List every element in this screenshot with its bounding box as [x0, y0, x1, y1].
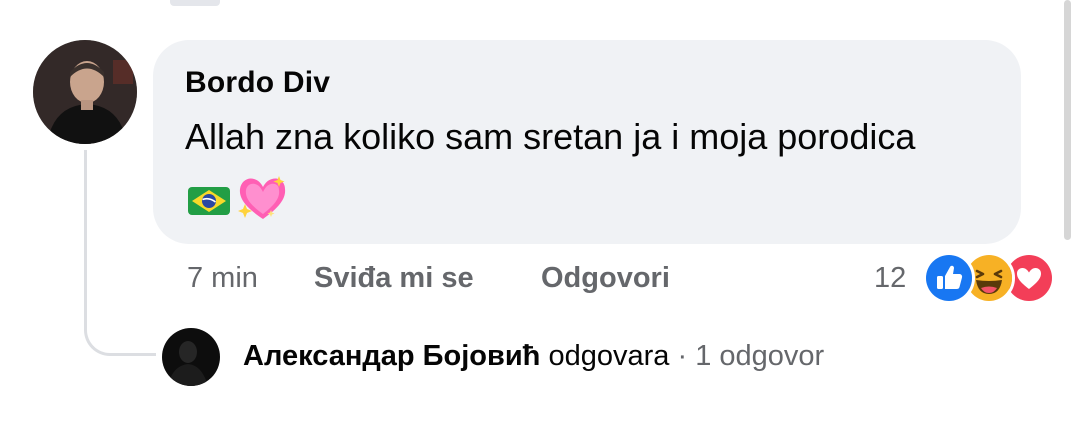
scrollbar[interactable] [1064, 0, 1071, 240]
comment-text: Allah zna koliko sam sretan ja i moja po… [185, 116, 916, 157]
sparkling-heart-icon [238, 176, 286, 219]
brazil-flag-icon [188, 187, 230, 215]
previous-comment-fragment [170, 0, 220, 6]
reply-count: 1 odgovor [695, 340, 825, 372]
comment-timestamp[interactable]: 7 min [187, 258, 258, 298]
commenter-avatar[interactable] [33, 40, 137, 144]
comment-bubble: Bordo Div Allah zna koliko sam sretan ja… [153, 40, 1021, 244]
profile-photo-icon [162, 328, 220, 386]
reaction-count[interactable]: 12 [874, 258, 906, 298]
comment-author-name[interactable]: Bordo Div [185, 66, 330, 100]
thread-connector-line [84, 150, 156, 356]
reaction-summary[interactable] [923, 252, 1055, 304]
reply-verb: odgovara [548, 340, 670, 372]
reply-separator: · [677, 340, 688, 372]
profile-photo-icon [33, 40, 137, 144]
replier-name: Александар Бојовић [243, 340, 541, 372]
like-reaction-icon [923, 252, 975, 304]
like-button[interactable]: Sviđa mi se [314, 258, 474, 298]
reply-button[interactable]: Odgovori [541, 258, 670, 298]
reply-summary[interactable]: Александар Бојовић odgovara · 1 odgovor [243, 336, 824, 376]
replier-avatar[interactable] [162, 328, 220, 386]
